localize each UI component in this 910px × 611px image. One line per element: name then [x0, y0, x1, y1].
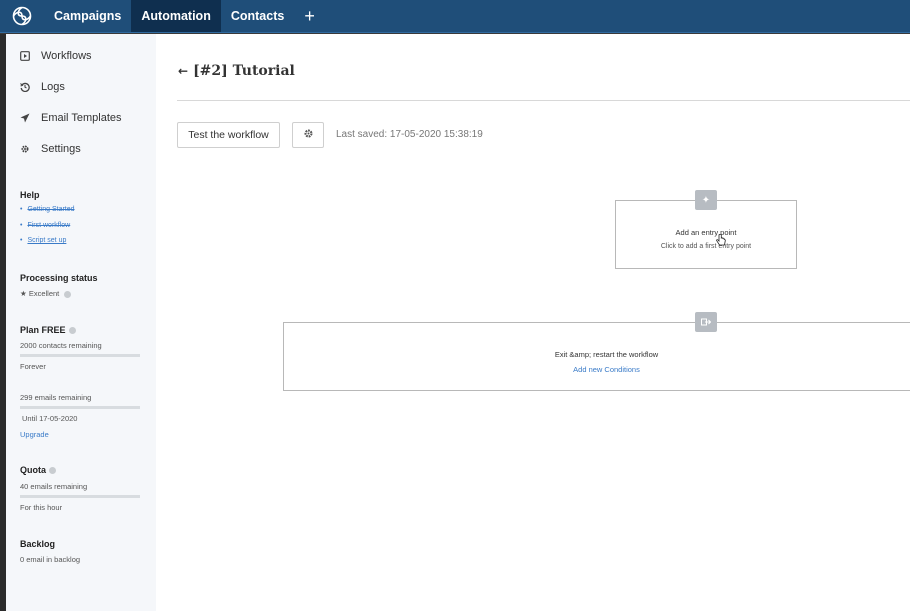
- emails-period: Until 17-05-2020: [22, 414, 78, 423]
- star-icon: ★: [20, 289, 27, 298]
- sidebar-item-label: Workflows: [41, 50, 92, 62]
- pointer-cursor-icon: [716, 233, 726, 249]
- workflow-settings-button[interactable]: [292, 122, 324, 148]
- add-entry-icon[interactable]: ✦: [695, 190, 717, 210]
- backlog-value: 0 email in backlog: [20, 555, 81, 564]
- top-nav: Campaigns Automation Contacts +: [0, 0, 910, 33]
- nav-contacts[interactable]: Contacts: [221, 0, 294, 32]
- add-conditions-link[interactable]: Add new Conditions: [284, 365, 910, 374]
- entry-point-box[interactable]: Add an entry point Click to add a first …: [615, 200, 797, 269]
- sidebar-item-workflows[interactable]: Workflows: [20, 50, 92, 62]
- quota-usage-bar: [20, 495, 140, 498]
- back-arrow-icon[interactable]: ←: [178, 64, 188, 78]
- plan-heading: Plan FREE: [20, 325, 76, 335]
- gear-icon: [303, 126, 314, 144]
- main-content: ← [#2] Tutorial Test the workflow Last s…: [156, 34, 910, 611]
- quota-period: For this hour: [20, 503, 63, 512]
- backlog-heading: Backlog: [20, 539, 56, 549]
- contacts-period: Forever: [20, 362, 46, 371]
- exit-workflow-title: Exit &amp; restart the workflow: [554, 350, 659, 359]
- sidebar-item-label: Email Templates: [41, 112, 122, 124]
- help-heading: Help: [20, 190, 40, 200]
- processing-status-heading: Processing status: [20, 273, 98, 283]
- emails-usage-bar: [20, 406, 140, 409]
- paper-plane-icon: [20, 113, 30, 123]
- exit-workflow-box[interactable]: Exit &amp; restart the workflow Add new …: [283, 322, 910, 391]
- history-icon: [20, 82, 30, 92]
- sidebar: Workflows Logs Email Templates Settings …: [6, 34, 156, 611]
- help-circle-icon[interactable]: [64, 290, 72, 298]
- help-circle-icon[interactable]: [49, 467, 56, 475]
- upgrade-link[interactable]: Upgrade: [20, 430, 49, 439]
- entry-point-subtitle: Click to add a first entry point: [660, 243, 752, 250]
- entry-point-title: Add an entry point: [675, 228, 737, 237]
- help-link-getting-started[interactable]: Getting Started: [20, 206, 74, 213]
- emails-remaining: 299 emails remaining: [20, 393, 92, 402]
- sidebar-item-email-templates[interactable]: Email Templates: [20, 112, 122, 124]
- sidebar-item-label: Logs: [41, 81, 65, 93]
- last-saved-status: Last saved: 17-05-2020 15:38:19: [336, 129, 483, 140]
- gear-icon: [20, 144, 30, 154]
- exit-icon[interactable]: [695, 312, 717, 332]
- sidebar-item-logs[interactable]: Logs: [20, 81, 65, 93]
- contacts-remaining: 2000 contacts remaining: [20, 341, 102, 350]
- help-circle-icon[interactable]: [68, 327, 76, 335]
- nav-campaigns[interactable]: Campaigns: [44, 0, 131, 32]
- sidebar-item-settings[interactable]: Settings: [20, 143, 81, 155]
- page-title: ← [#2] Tutorial: [178, 63, 295, 79]
- nav-automation[interactable]: Automation: [131, 0, 221, 32]
- play-square-icon: [20, 51, 30, 61]
- processing-status-value: ★ Excellent: [20, 289, 72, 298]
- app-logo-icon[interactable]: [0, 0, 44, 32]
- sidebar-item-label: Settings: [41, 143, 81, 155]
- help-link-script-setup[interactable]: Script set up: [20, 237, 66, 244]
- add-icon[interactable]: +: [294, 0, 325, 32]
- quota-heading: Quota: [20, 465, 56, 475]
- title-divider: [177, 100, 910, 101]
- contacts-usage-bar: [20, 354, 140, 357]
- quota-emails: 40 emails remaining: [20, 482, 88, 491]
- test-workflow-button[interactable]: Test the workflow: [177, 122, 280, 148]
- help-link-first-workflow[interactable]: First workflow: [20, 222, 70, 229]
